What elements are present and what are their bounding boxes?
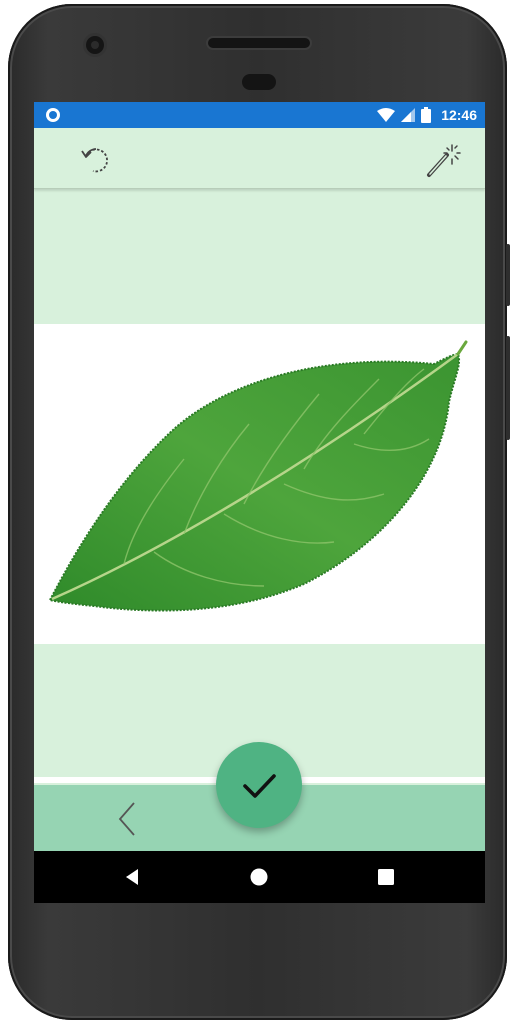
power-button [506, 244, 510, 306]
front-camera [86, 36, 104, 54]
back-triangle-icon [126, 869, 138, 885]
confirm-button[interactable] [216, 742, 302, 828]
leaf-image [34, 324, 485, 644]
back-button[interactable] [106, 797, 146, 841]
magic-wand-button[interactable] [423, 140, 463, 180]
checkmark-icon [243, 774, 276, 798]
leaf-picture [48, 340, 468, 612]
wifi-icon [377, 108, 396, 122]
nav-home-button[interactable] [243, 861, 275, 893]
cell-signal-icon [401, 108, 416, 122]
status-bar: 12:46 [34, 102, 485, 128]
sync-circle-icon [46, 108, 60, 122]
magic-wand-icon [427, 144, 461, 177]
home-circle-icon [250, 868, 268, 886]
screen: 12:46 [34, 102, 485, 903]
status-clock: 12:46 [441, 107, 477, 123]
nav-recents-button[interactable] [370, 861, 402, 893]
proximity-sensor [242, 74, 276, 90]
earpiece-speaker [208, 38, 310, 48]
chevron-left-icon [118, 802, 135, 836]
undo-icon [81, 148, 108, 173]
nav-back-button[interactable] [116, 861, 148, 893]
volume-button [506, 336, 510, 440]
recents-square-icon [378, 869, 394, 885]
battery-icon [421, 107, 432, 123]
undo-button[interactable] [76, 140, 116, 180]
toolbar [34, 128, 485, 189]
system-nav-bar [34, 851, 485, 903]
status-icons: 12:46 [377, 102, 477, 128]
